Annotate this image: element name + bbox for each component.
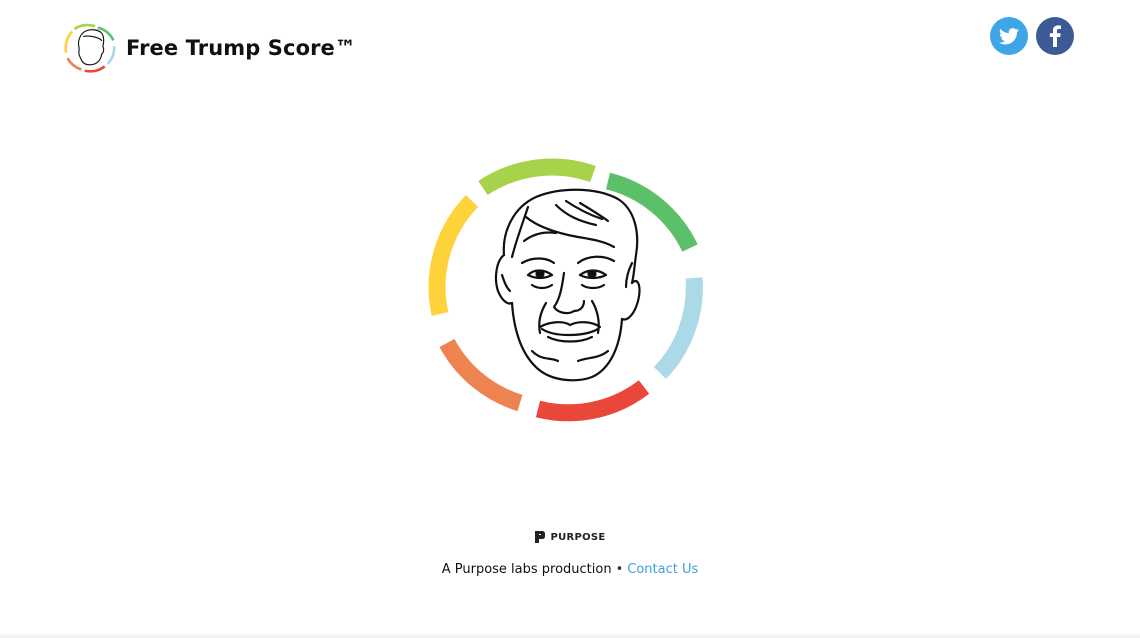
brand-home-link[interactable]: Free Trump Score™ — [64, 22, 356, 74]
trump-face-icon — [428, 158, 703, 422]
credit-text: A Purpose labs production — [441, 562, 612, 577]
purpose-brand-text: PURPOSE — [550, 531, 606, 543]
header: Free Trump Score™ — [0, 0, 1140, 90]
contact-us-link[interactable]: Contact Us — [627, 562, 698, 577]
twitter-icon — [999, 27, 1019, 44]
site-title: Free Trump Score™ — [126, 36, 357, 60]
facebook-share-button[interactable] — [1036, 17, 1074, 55]
trump-face-ring-icon — [64, 23, 116, 73]
twitter-share-button[interactable] — [990, 17, 1028, 55]
social-links — [990, 17, 1074, 55]
facebook-icon — [1049, 25, 1061, 47]
credit-separator: • — [615, 562, 624, 577]
page: Free Trump Score™ PURPOSE A Purpose labs… — [0, 0, 1140, 638]
hero-logo — [428, 151, 704, 427]
purpose-mark-icon — [535, 531, 546, 543]
purpose-logo[interactable]: PURPOSE — [534, 530, 605, 544]
credit-line: A Purpose labs production • Contact Us — [0, 562, 1140, 577]
bottom-edge — [0, 632, 1140, 638]
footer: PURPOSE A Purpose labs production • Contac… — [0, 530, 1140, 577]
